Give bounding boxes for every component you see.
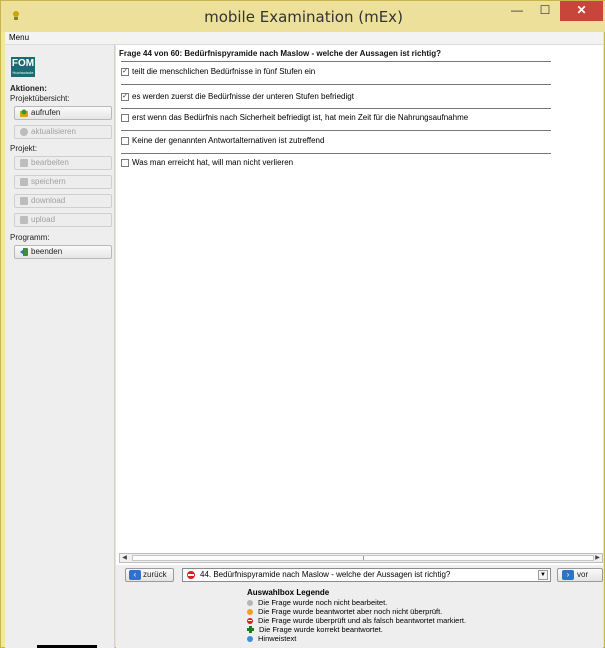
save-icon [20, 178, 28, 186]
legend-text: Hinweistext [258, 634, 297, 643]
status-correct-icon [247, 626, 254, 634]
zurueck-button[interactable]: ‹ zurück [125, 568, 174, 582]
legend-item: Die Frage wurde beantwortet aber noch ni… [247, 607, 442, 616]
legend-text: Die Frage wurde noch nicht bearbeitet. [258, 598, 388, 607]
status-answered-icon [247, 608, 253, 615]
answer-text: erst wenn das Bedürfnis nach Sicherheit … [132, 113, 469, 122]
legend-item: Die Frage wurde korrekt beantwortet. [247, 625, 383, 634]
divider [121, 84, 551, 85]
download-icon [20, 197, 28, 205]
bearbeiten-label: bearbeiten [31, 158, 69, 167]
legend-item: Die Frage wurde überprüft und als falsch… [247, 616, 466, 625]
answer-text: Was man erreicht hat, will man nicht ver… [132, 158, 294, 167]
aktualisieren-button[interactable]: aktualisieren [14, 125, 112, 139]
vor-label: vor [577, 570, 589, 579]
upload-label: upload [31, 215, 56, 224]
answer-option[interactable]: Was man erreicht hat, will man nicht ver… [121, 157, 551, 171]
aktionen-label: Aktionen: [10, 84, 47, 93]
answer-option[interactable]: ✓ teilt die menschlichen Bedürfnisse in … [121, 66, 551, 80]
arrow-left-icon: ‹ [129, 570, 141, 580]
aktualisieren-label: aktualisieren [31, 127, 76, 136]
exit-icon [20, 248, 28, 256]
speichern-label: speichern [31, 177, 66, 186]
answer-checkbox[interactable]: ✓ [121, 93, 129, 101]
legend-text: Die Frage wurde beantwortet aber noch ni… [258, 607, 443, 616]
answer-option[interactable]: ✓ es werden zuerst die Bedürfnisse der u… [121, 91, 551, 105]
sidebar: FOM Hochschule Aktionen: Projektübersich… [5, 45, 115, 648]
fom-logo: FOM Hochschule [11, 57, 35, 77]
programm-label: Programm: [10, 233, 50, 242]
answer-option[interactable]: erst wenn das Bedürfnis nach Sicherheit … [121, 112, 551, 126]
info-icon [247, 635, 253, 642]
legend-item: Die Frage wurde noch nicht bearbeitet. [247, 598, 387, 607]
speichern-button[interactable]: speichern [14, 175, 112, 189]
divider [121, 130, 551, 131]
divider [121, 153, 551, 154]
upload-icon [20, 216, 28, 224]
edit-icon [20, 159, 28, 167]
title-bar: mobile Examination (mEx) — ☐ ✕ [1, 1, 605, 32]
selected-question-text: 44. Bedürfnispyramide nach Maslow - welc… [200, 570, 451, 579]
projekt-label: Projekt: [10, 144, 38, 153]
divider [121, 61, 551, 62]
divider [121, 108, 551, 109]
zurueck-label: zurück [143, 570, 167, 579]
horizontal-scrollbar[interactable]: ◀ ▶ [119, 553, 603, 563]
maximize-button[interactable]: ☐ [532, 1, 558, 21]
legend: Auswahlbox Legende Die Frage wurde noch … [116, 585, 603, 648]
vor-button[interactable]: › vor [557, 568, 603, 582]
answer-text: Keine der genannten Antwortalternativen … [132, 136, 325, 145]
beenden-button[interactable]: beenden [14, 245, 112, 259]
upload-button[interactable]: upload [14, 213, 112, 227]
scroll-thumb[interactable] [132, 555, 594, 561]
answer-option[interactable]: Keine der genannten Antwortalternativen … [121, 135, 551, 149]
status-wrong-icon [187, 571, 195, 579]
question-title: Frage 44 von 60: Bedürfnispyramide nach … [119, 49, 442, 58]
answer-checkbox[interactable] [121, 137, 129, 145]
legend-item: Hinweistext [247, 634, 296, 643]
minimize-button[interactable]: — [504, 1, 530, 21]
arrow-right-icon: › [562, 570, 574, 580]
scroll-left-icon[interactable]: ◀ [120, 554, 129, 562]
download-button[interactable]: download [14, 194, 112, 208]
scroll-right-icon[interactable]: ▶ [593, 554, 602, 562]
legend-text: Die Frage wurde korrekt beantwortet. [259, 625, 383, 634]
aufrufen-button[interactable]: aufrufen [14, 106, 112, 120]
chevron-down-icon[interactable]: ▼ [538, 570, 548, 580]
status-open-icon [247, 599, 253, 606]
projektuebersicht-label: Projektübersicht: [10, 94, 70, 103]
beenden-label: beenden [31, 247, 63, 256]
aufrufen-label: aufrufen [31, 108, 61, 117]
answer-checkbox[interactable] [121, 159, 129, 167]
legend-text: Die Frage wurde überprüft und als falsch… [258, 616, 467, 625]
answer-checkbox[interactable] [121, 114, 129, 122]
refresh-icon [20, 128, 28, 136]
app-window: mobile Examination (mEx) — ☐ ✕ Menu FOM … [0, 0, 605, 648]
answer-text: es werden zuerst die Bedürfnisse der unt… [132, 92, 354, 101]
navigation-bar: ‹ zurück 44. Bedürfnispyramide nach Masl… [116, 565, 603, 585]
grip-icon [363, 556, 365, 560]
status-wrong-icon [247, 617, 253, 624]
menu-menu[interactable]: Menu [9, 33, 29, 42]
logo-text: FOM [11, 58, 35, 69]
close-button[interactable]: ✕ [560, 1, 603, 21]
bearbeiten-button[interactable]: bearbeiten [14, 156, 112, 170]
answer-checkbox[interactable]: ✓ [121, 68, 129, 76]
answer-text: teilt die menschlichen Bedürfnisse in fü… [132, 67, 316, 76]
question-panel: Frage 44 von 60: Bedürfnispyramide nach … [116, 45, 603, 565]
question-select[interactable]: 44. Bedürfnispyramide nach Maslow - welc… [182, 568, 551, 582]
open-project-icon [20, 109, 28, 117]
download-label: download [31, 196, 66, 205]
menu-bar: Menu [5, 32, 603, 45]
legend-title: Auswahlbox Legende [247, 588, 330, 597]
logo-subtext: Hochschule [12, 70, 34, 75]
